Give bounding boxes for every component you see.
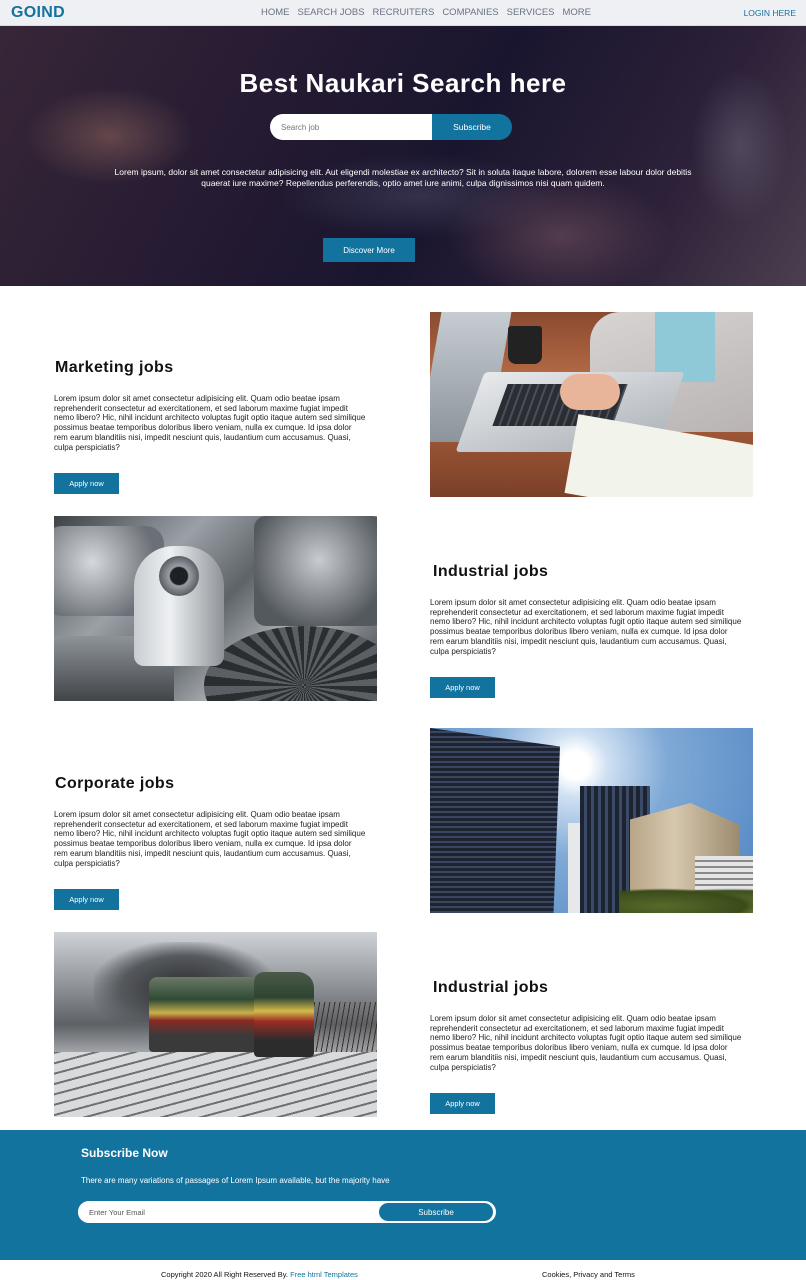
hero-banner: Best Naukari Search here Subscribe Lorem… (0, 26, 806, 286)
discover-more-button[interactable]: Discover More (323, 238, 415, 262)
subscribe-title: Subscribe Now (81, 1146, 168, 1160)
job-search-input[interactable] (270, 114, 432, 140)
hero-description: Lorem ipsum, dolor sit amet consectetur … (114, 167, 692, 188)
nav-link-search-jobs[interactable]: SEARCH JOBS (298, 7, 365, 18)
top-navbar: GOIND HOME SEARCH JOBS RECRUITERS COMPAN… (0, 0, 806, 26)
subscribe-description: There are many variations of passages of… (81, 1176, 390, 1185)
main-menu: HOME SEARCH JOBS RECRUITERS COMPANIES SE… (261, 7, 591, 18)
subscribe-section: Subscribe Now There are many variations … (0, 1130, 806, 1260)
nav-link-more[interactable]: MORE (563, 7, 592, 18)
corporate-job-image (430, 728, 753, 913)
nav-link-recruiters[interactable]: RECRUITERS (373, 7, 435, 18)
site-logo[interactable]: GOIND (11, 4, 65, 22)
subscribe-button[interactable]: Subscribe (379, 1203, 493, 1221)
job-title-marketing: Marketing jobs (55, 359, 174, 376)
job-description-industrial: Lorem ipsum dolor sit amet consectetur a… (430, 598, 742, 656)
job-description-industrial-2: Lorem ipsum dolor sit amet consectetur a… (430, 1014, 742, 1072)
email-input[interactable] (78, 1201, 379, 1223)
apply-now-button-corporate[interactable]: Apply now (54, 889, 119, 910)
policy-link[interactable]: Cookies, Privacy and Terms (542, 1270, 635, 1279)
login-link[interactable]: LOGIN HERE (744, 8, 796, 18)
job-title-industrial-2: Industrial jobs (433, 979, 549, 996)
copyright-prefix: Copyright 2020 All Right Reserved By. (161, 1270, 289, 1279)
job-description-corporate: Lorem ipsum dolor sit amet consectetur a… (54, 810, 366, 868)
nav-link-home[interactable]: HOME (261, 7, 290, 18)
templates-link[interactable]: Free html Templates (290, 1270, 358, 1279)
footer: Copyright 2020 All Right Reserved By. Fr… (0, 1260, 806, 1280)
nav-link-companies[interactable]: COMPANIES (442, 7, 498, 18)
marketing-job-image (430, 312, 753, 497)
copyright-text: Copyright 2020 All Right Reserved By. Fr… (161, 1270, 358, 1279)
job-title-industrial: Industrial jobs (433, 563, 549, 580)
subscribe-form: Subscribe (78, 1201, 496, 1223)
industrial-job-image (54, 516, 377, 701)
hero-search-form: Subscribe (270, 114, 512, 140)
apply-now-button-industrial-2[interactable]: Apply now (430, 1093, 495, 1114)
hero-subscribe-button[interactable]: Subscribe (432, 114, 512, 140)
apply-now-button-industrial[interactable]: Apply now (430, 677, 495, 698)
industrial-transport-job-image (54, 932, 377, 1117)
job-description-marketing: Lorem ipsum dolor sit amet consectetur a… (54, 394, 366, 452)
job-title-corporate: Corporate jobs (55, 775, 175, 792)
apply-now-button-marketing[interactable]: Apply now (54, 473, 119, 494)
hero-title: Best Naukari Search here (239, 68, 567, 98)
nav-link-services[interactable]: SERVICES (507, 7, 555, 18)
